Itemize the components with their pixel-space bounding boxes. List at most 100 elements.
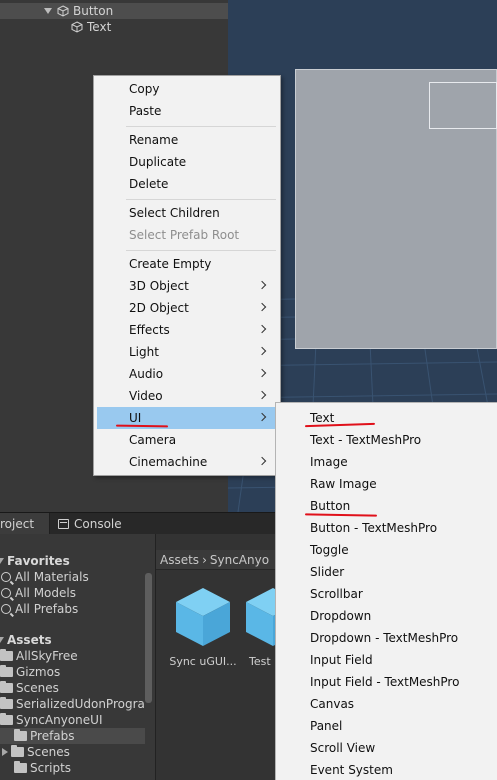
menu-item-label: Delete xyxy=(129,177,169,191)
gameobject-cube-icon xyxy=(57,5,69,17)
menu-item-label: Create Empty xyxy=(129,257,212,271)
folder-item[interactable]: SyncAnyoneUI xyxy=(0,712,145,728)
submenu-item-panel[interactable]: Panel xyxy=(276,715,497,737)
submenu-item-label: Canvas xyxy=(310,697,355,711)
menu-item-effects[interactable]: Effects xyxy=(97,319,277,341)
menu-item-light[interactable]: Light xyxy=(97,341,277,363)
menu-item-rename[interactable]: Rename xyxy=(97,129,277,151)
submenu-arrow-icon xyxy=(257,456,267,466)
expand-arrow-icon[interactable] xyxy=(0,558,4,564)
expand-arrow-icon[interactable] xyxy=(2,748,8,756)
submenu-item-label: Button - TextMeshPro xyxy=(310,521,438,535)
submenu-item-scrollbar[interactable]: Scrollbar xyxy=(276,583,497,605)
folder-label: Gizmos xyxy=(16,665,61,679)
favorite-item[interactable]: All Materials xyxy=(0,569,145,585)
breadcrumb-current[interactable]: SyncAnyo xyxy=(210,553,269,567)
favorite-item[interactable]: All Prefabs xyxy=(0,601,145,617)
submenu-item-text-textmeshpro[interactable]: Text - TextMeshPro xyxy=(276,429,497,451)
hierarchy-item-button[interactable]: Button xyxy=(0,3,228,19)
asset-item[interactable]: Sync uGUI... xyxy=(168,586,238,668)
submenu-item-dropdown[interactable]: Dropdown xyxy=(276,605,497,627)
menu-item-label: Video xyxy=(129,389,163,403)
asset-browser: Assets › SyncAnyo Sync uGUI... Test xyxy=(155,534,300,780)
folder-item[interactable]: AllSkyFree xyxy=(0,648,145,664)
menu-item-create-empty[interactable]: Create Empty xyxy=(97,253,277,275)
assets-header-label: Assets xyxy=(7,633,52,647)
folder-label: AllSkyFree xyxy=(16,649,78,663)
submenu-arrow-icon xyxy=(257,280,267,290)
menu-item-label: UI xyxy=(129,411,142,425)
favorite-item[interactable]: All Models xyxy=(0,585,145,601)
expand-arrow-icon[interactable] xyxy=(0,637,4,643)
tree-scrollbar[interactable] xyxy=(145,573,152,703)
favorites-header[interactable]: Favorites xyxy=(0,553,145,569)
menu-item-video[interactable]: Video xyxy=(97,385,277,407)
submenu-item-raw-image[interactable]: Raw Image xyxy=(276,473,497,495)
submenu-item-label: Text xyxy=(310,411,335,425)
menu-item-label: Select Prefab Root xyxy=(129,228,240,242)
submenu-item-label: Raw Image xyxy=(310,477,377,491)
menu-separator xyxy=(126,199,276,200)
folder-item[interactable]: Gizmos xyxy=(0,664,145,680)
menu-item-label: 3D Object xyxy=(129,279,189,293)
submenu-item-image[interactable]: Image xyxy=(276,451,497,473)
submenu-item-label: Panel xyxy=(310,719,343,733)
folder-label: Scenes xyxy=(27,745,70,759)
folder-item-selected[interactable]: Prefabs xyxy=(0,728,145,744)
menu-item-label: Camera xyxy=(129,433,177,447)
submenu-item-canvas[interactable]: Canvas xyxy=(276,693,497,715)
folder-item[interactable]: Scripts xyxy=(0,760,145,776)
submenu-arrow-icon xyxy=(257,324,267,334)
submenu-item-event-system[interactable]: Event System xyxy=(276,759,497,780)
submenu-item-label: Input Field xyxy=(310,653,373,667)
submenu-arrow-icon xyxy=(257,390,267,400)
menu-item-camera[interactable]: Camera xyxy=(97,429,277,451)
hierarchy-item-label: Text xyxy=(87,20,112,34)
tab-project[interactable]: roject xyxy=(0,513,50,535)
menu-item-label: Cinemachine xyxy=(129,455,208,469)
menu-item-duplicate[interactable]: Duplicate xyxy=(97,151,277,173)
favorite-label: All Models xyxy=(15,586,76,600)
menu-item-delete[interactable]: Delete xyxy=(97,173,277,195)
assets-header[interactable]: Assets xyxy=(0,632,145,648)
submenu-item-button-textmeshpro[interactable]: Button - TextMeshPro xyxy=(276,517,497,539)
submenu-item-label: Image xyxy=(310,455,348,469)
menu-item-label: Audio xyxy=(129,367,164,381)
menu-item-select-children[interactable]: Select Children xyxy=(97,202,277,224)
favorite-label: All Prefabs xyxy=(15,602,79,616)
breadcrumb-root[interactable]: Assets xyxy=(160,553,199,567)
menu-item-3d-object[interactable]: 3D Object xyxy=(97,275,277,297)
menu-item-audio[interactable]: Audio xyxy=(97,363,277,385)
submenu-item-toggle[interactable]: Toggle xyxy=(276,539,497,561)
tab-console[interactable]: Console xyxy=(54,513,122,535)
submenu-arrow-icon xyxy=(257,346,267,356)
submenu-item-scroll-view[interactable]: Scroll View xyxy=(276,737,497,759)
expand-arrow-icon[interactable] xyxy=(44,8,52,14)
hierarchy-item-text[interactable]: Text xyxy=(0,19,228,35)
breadcrumb-separator: › xyxy=(202,552,207,567)
hierarchy-item-label: Button xyxy=(73,4,114,18)
folder-icon xyxy=(14,729,27,741)
folder-label: SerializedUdonProgra xyxy=(16,697,145,711)
folder-item[interactable]: Scenes xyxy=(0,680,145,696)
submenu-item-label: Input Field - TextMeshPro xyxy=(310,675,460,689)
search-icon xyxy=(1,604,11,614)
gameobject-cube-icon xyxy=(71,21,83,33)
menu-item-cinemachine[interactable]: Cinemachine xyxy=(97,451,277,473)
prefab-cube-icon xyxy=(176,588,230,646)
submenu-item-input-field[interactable]: Input Field xyxy=(276,649,497,671)
menu-item-label: Select Children xyxy=(129,206,220,220)
folder-icon xyxy=(0,713,13,725)
menu-separator xyxy=(126,126,276,127)
menu-item-2d-object[interactable]: 2D Object xyxy=(97,297,277,319)
submenu-item-input-field-textmeshpro[interactable]: Input Field - TextMeshPro xyxy=(276,671,497,693)
folder-item[interactable]: Scenes xyxy=(0,744,145,760)
menu-item-label: Duplicate xyxy=(129,155,187,169)
menu-item-paste[interactable]: Paste xyxy=(97,100,277,122)
folder-item[interactable]: SerializedUdonProgra xyxy=(0,696,145,712)
submenu-item-label: Scrollbar xyxy=(310,587,363,601)
menu-item-copy[interactable]: Copy xyxy=(97,78,277,100)
submenu-item-slider[interactable]: Slider xyxy=(276,561,497,583)
menu-separator xyxy=(126,250,276,251)
submenu-item-dropdown-textmeshpro[interactable]: Dropdown - TextMeshPro xyxy=(276,627,497,649)
